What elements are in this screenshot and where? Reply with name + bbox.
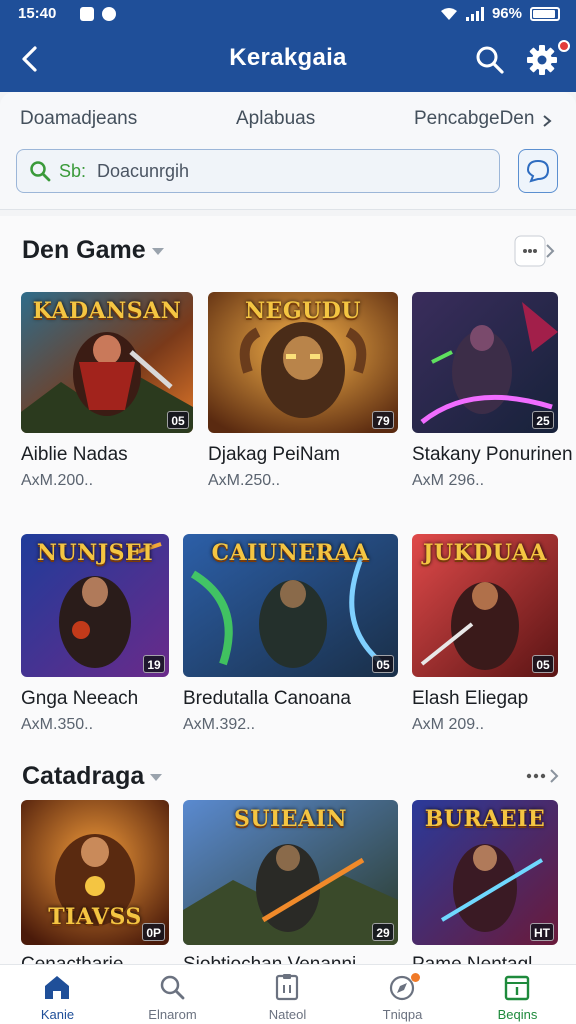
nav-label: Elnarom: [148, 1007, 197, 1022]
chat-bubble-icon: [526, 159, 550, 183]
game-thumbnail[interactable]: 25: [412, 292, 558, 433]
game-title[interactable]: Elash Eliegap: [412, 688, 528, 710]
search-icon[interactable]: [474, 44, 506, 76]
filter-tab-1[interactable]: Doamadjeans: [20, 108, 137, 130]
game-banner: KADANSAN: [32, 298, 182, 324]
game-title[interactable]: Pame Nentagl: [412, 954, 532, 964]
section-title-den-game: Den Game: [22, 236, 164, 265]
age-badge: 05: [372, 655, 394, 673]
nav-label: Tniqpa: [382, 1007, 423, 1022]
search-prefix: Sb:: [59, 161, 87, 181]
age-badge: 25: [532, 411, 554, 429]
nav-item-compass[interactable]: Tniqpa: [345, 965, 460, 1024]
game-meta: AxM.250..: [208, 472, 281, 489]
nav-item-home[interactable]: Kanie: [0, 965, 115, 1024]
signal-icon: [465, 6, 484, 21]
search-icon: [30, 161, 51, 182]
game-thumbnail[interactable]: BURAEIE HT: [412, 800, 558, 945]
age-badge: 0P: [142, 923, 165, 941]
top-app-bar: 15:40 96% Kerakgaia: [0, 0, 576, 92]
game-thumbnail[interactable]: JUKDUAA 05: [412, 534, 558, 677]
filter-tab-2[interactable]: Aplabuas: [236, 108, 315, 130]
game-thumbnail[interactable]: CAIUNERAA 05: [183, 534, 398, 677]
status-bar: 15:40 96%: [0, 0, 576, 28]
game-title[interactable]: Cenactharie: [21, 954, 123, 964]
game-title[interactable]: Gnga Neeach: [21, 688, 138, 710]
calendar-icon: [504, 975, 530, 1001]
clipboard-icon: [275, 974, 299, 1001]
caret-down-icon[interactable]: [150, 773, 163, 781]
game-thumbnail[interactable]: NUNJSEI 19: [21, 534, 169, 677]
section-title-catadraga: Catadraga: [22, 762, 163, 791]
game-meta: AxM.200..: [21, 472, 94, 489]
nav-item-clipboard[interactable]: Nateol: [230, 965, 345, 1024]
game-meta: AxM.392..: [183, 716, 256, 733]
nav-item-search[interactable]: Elnarom: [115, 965, 230, 1024]
game-list: Den Game KADANSAN 05 Aiblie Nadas AxM.20…: [0, 216, 576, 964]
game-banner: JUKDUAA: [423, 540, 547, 566]
notification-dot: [558, 40, 570, 52]
battery-icon: [530, 6, 560, 21]
nav-item-calendar[interactable]: Beqins: [460, 965, 575, 1024]
filter-panel: Doamadjeans Aplabuas PencabgeDen Sb: Doa…: [0, 92, 576, 210]
age-badge: HT: [530, 923, 554, 941]
game-title[interactable]: Siobtiochan Venanni: [183, 954, 356, 964]
game-meta: AxM.350..: [21, 716, 94, 733]
age-badge: 05: [532, 655, 554, 673]
battery-percent: 96%: [491, 5, 522, 22]
game-title[interactable]: Bredutalla Canoana: [183, 688, 351, 710]
app-notification-icon: [102, 7, 116, 21]
more-arrow-icon[interactable]: [524, 766, 560, 786]
game-thumbnail[interactable]: TIAVSS 0P: [21, 800, 169, 945]
game-banner: CAIUNERAA: [211, 540, 370, 566]
game-banner: BURAEIE: [424, 806, 546, 832]
section-title-text: Catadraga: [22, 762, 145, 790]
search-input[interactable]: Sb: Doacunrgih: [16, 149, 500, 193]
nav-label: Beqins: [497, 1007, 538, 1022]
filter-tabs: Doamadjeans Aplabuas PencabgeDen: [0, 92, 576, 146]
game-title[interactable]: Djakag PeiNam: [208, 444, 340, 466]
search-placeholder: Doacunrgih: [97, 161, 190, 181]
age-badge: 05: [167, 411, 189, 429]
game-thumbnail[interactable]: KADANSAN 05: [21, 292, 193, 433]
game-title[interactable]: Stakany Ponurinen: [412, 444, 573, 466]
game-banner: NEGUDU: [244, 298, 362, 324]
nav-label: Kanie: [40, 1007, 75, 1022]
game-title[interactable]: Aiblie Nadas: [21, 444, 128, 466]
game-thumbnail[interactable]: SUIEAIN 29: [183, 800, 398, 945]
game-banner: SUIEAIN: [233, 806, 348, 832]
more-arrow-icon[interactable]: [514, 235, 556, 267]
status-time: 15:40: [18, 5, 57, 22]
tab-overflow-icon[interactable]: [540, 114, 554, 128]
search-icon: [160, 975, 185, 1000]
gallery-icon: [80, 7, 94, 21]
game-meta: AxM 209..: [412, 716, 485, 733]
section-title-text: Den Game: [22, 236, 146, 264]
home-icon: [45, 976, 69, 999]
caret-down-icon[interactable]: [151, 247, 164, 255]
bottom-navigation: Kanie Elnarom Nateol Tniqpa Beqins: [0, 964, 576, 1024]
gear-icon[interactable]: [524, 42, 560, 78]
age-badge: 79: [372, 411, 394, 429]
nav-label: Nateol: [268, 1007, 307, 1022]
status-right: 96%: [440, 5, 560, 22]
age-badge: 29: [372, 923, 394, 941]
game-thumbnail[interactable]: NEGUDU 79: [208, 292, 398, 433]
filter-tab-3[interactable]: PencabgeDen: [414, 108, 534, 130]
wifi-icon: [440, 7, 457, 20]
notification-dot: [411, 973, 420, 982]
chat-button[interactable]: [518, 149, 558, 193]
age-badge: 19: [143, 655, 165, 673]
game-banner: NUNJSEI: [36, 540, 154, 566]
game-meta: AxM 296..: [412, 472, 485, 489]
